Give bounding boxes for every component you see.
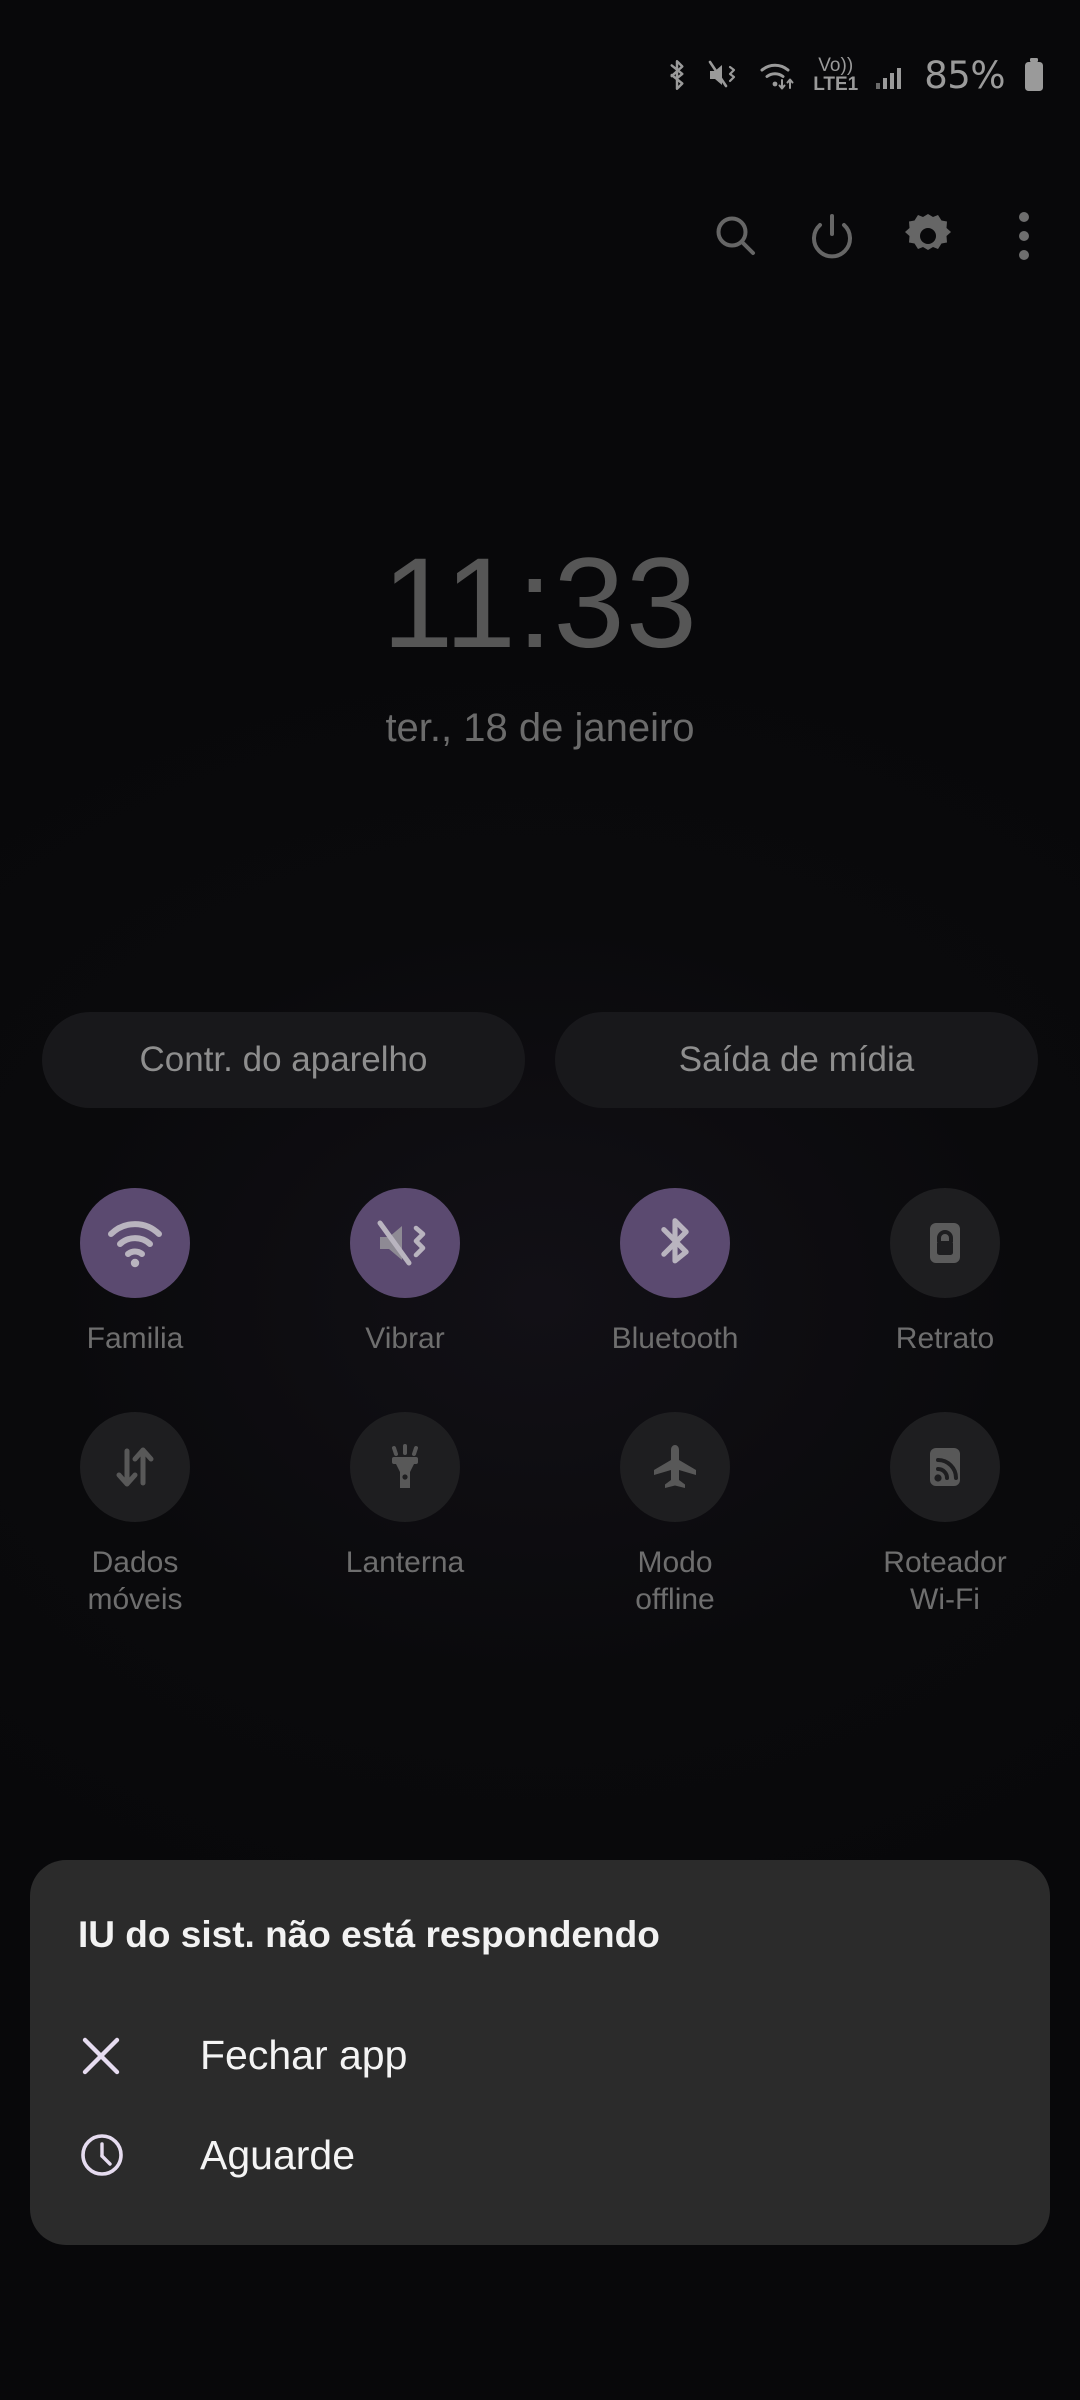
- battery-icon: [1022, 57, 1046, 93]
- clock-icon: [78, 2131, 178, 2179]
- flashlight-icon: [392, 1443, 418, 1488]
- search-icon: [716, 216, 755, 255]
- quick-toggle-label: Modo offline: [635, 1545, 715, 1617]
- quick-toggle-modo-offline[interactable]: Modo offline: [540, 1411, 810, 1619]
- hotspot-toggle-circle: [890, 1411, 1000, 1522]
- hotspot-icon: [930, 1447, 960, 1486]
- lock-screen: Vo)) LTE1 85% 11:33 ter., 18 de janeiro …: [0, 0, 1080, 2400]
- anr-dialog: IU do sist. não está respondendo Fechar …: [30, 1860, 1050, 2245]
- mobile-data-icon: [116, 1447, 154, 1486]
- lockscreen-toolbar: [0, 190, 1080, 282]
- vibrate-toggle-circle: [350, 1188, 460, 1298]
- settings-button[interactable]: [880, 190, 976, 282]
- close-icon: [78, 2033, 178, 2079]
- quick-toggle-label: Roteador Wi-Fi: [883, 1545, 1007, 1617]
- battery-percent-text: 85%: [924, 53, 1005, 97]
- quick-settings-panel: Familia Vibrar Bluetooth Retrato Dados m…: [0, 1188, 1080, 1619]
- wifi-toggle-circle: [80, 1188, 190, 1298]
- status-bar: Vo)) LTE1 85%: [0, 0, 1080, 150]
- wifi-data-icon: [758, 58, 796, 92]
- more-options-button[interactable]: [976, 190, 1072, 282]
- quick-toggle-label: Bluetooth: [611, 1322, 739, 1355]
- rotation-lock-icon: [930, 1223, 960, 1263]
- volte-lte1-icon: Vo)) LTE1: [813, 56, 858, 94]
- lockscreen-shortcut-pills: Contr. do aparelho Saída de mídia: [42, 1012, 1038, 1108]
- quick-toggle-bluetooth[interactable]: Bluetooth: [540, 1188, 810, 1358]
- clock-date: ter., 18 de janeiro: [385, 706, 695, 750]
- quick-toggle-label: Vibrar: [365, 1322, 445, 1355]
- quick-toggle-retrato[interactable]: Retrato: [810, 1188, 1080, 1358]
- dialog-option-label: Aguarde: [200, 2131, 356, 2178]
- gear-icon: [905, 214, 951, 250]
- quick-toggle-label: Dados móveis: [87, 1545, 183, 1617]
- power-button[interactable]: [784, 190, 880, 282]
- overflow-menu-icon: [1019, 212, 1029, 260]
- rotation-lock-toggle-circle: [890, 1188, 1000, 1298]
- media-output-label: Saída de mídia: [678, 1040, 915, 1079]
- airplane-icon: [654, 1444, 696, 1488]
- quick-toggle-label: Retrato: [895, 1322, 995, 1355]
- clock-time: 11:33: [382, 532, 698, 675]
- quick-toggle-label: Familia: [86, 1322, 184, 1355]
- device-controls-label: Contr. do aparelho: [139, 1040, 428, 1079]
- quick-toggle-label: Lanterna: [345, 1545, 465, 1579]
- volte-top-text: Vo)): [818, 55, 854, 76]
- dialog-option-close-app[interactable]: Fechar app: [30, 2006, 1050, 2105]
- bluetooth-icon: [661, 1218, 689, 1264]
- quick-settings-row-1: Familia Vibrar Bluetooth Retrato: [0, 1188, 1080, 1358]
- quick-toggle-dados-moveis[interactable]: Dados móveis: [0, 1411, 270, 1619]
- cellular-signal-icon: [875, 59, 907, 91]
- mute-vibrate-icon: [707, 59, 741, 91]
- vibrate-icon: [377, 1220, 426, 1266]
- bluetooth-toggle-circle: [620, 1188, 730, 1298]
- flashlight-toggle-circle: [350, 1411, 460, 1522]
- mobile-data-toggle-circle: [80, 1411, 190, 1522]
- volte-bottom-text: LTE1: [813, 74, 859, 95]
- dialog-option-wait[interactable]: Aguarde: [30, 2105, 1050, 2205]
- quick-settings-row-2: Dados móveis Lanterna Modo offline Rotea…: [0, 1411, 1080, 1619]
- bluetooth-icon: [664, 58, 690, 92]
- clock-widget: 11:33 ter., 18 de janeiro: [0, 540, 1080, 751]
- quick-toggle-vibrar[interactable]: Vibrar: [270, 1188, 540, 1358]
- search-button[interactable]: [688, 190, 784, 282]
- dialog-title: IU do sist. não está respondendo: [78, 1914, 660, 1955]
- quick-toggle-familia[interactable]: Familia: [0, 1188, 270, 1358]
- dialog-option-label: Fechar app: [200, 2032, 408, 2078]
- media-output-pill[interactable]: Saída de mídia: [555, 1012, 1038, 1108]
- quick-toggle-roteador-wifi[interactable]: Roteador Wi-Fi: [810, 1411, 1080, 1619]
- quick-toggle-lanterna[interactable]: Lanterna: [270, 1411, 540, 1619]
- power-icon: [812, 214, 852, 259]
- device-controls-pill[interactable]: Contr. do aparelho: [42, 1012, 525, 1108]
- airplane-toggle-circle: [620, 1411, 730, 1522]
- wifi-icon: [108, 1221, 162, 1268]
